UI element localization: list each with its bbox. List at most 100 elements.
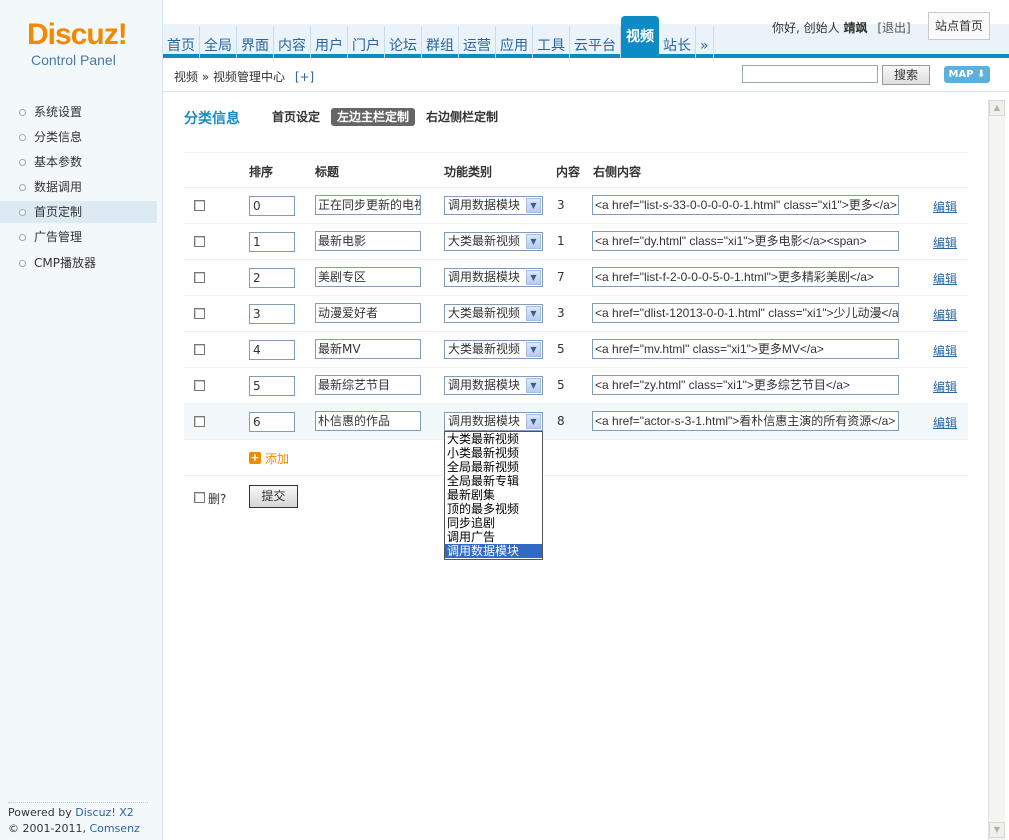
- title-input[interactable]: 最新综艺节目: [315, 375, 421, 395]
- edit-link[interactable]: 编辑: [933, 198, 957, 215]
- tab-0[interactable]: 首页设定: [269, 108, 323, 126]
- breadcrumb-text[interactable]: 视频 » 视频管理中心: [174, 70, 285, 84]
- chevron-down-icon[interactable]: ▼: [526, 414, 541, 429]
- type-select[interactable]: 大类最新视频 ▼: [444, 304, 543, 323]
- nav-item-9[interactable]: 应用: [496, 26, 533, 58]
- sidebar-item-4[interactable]: 首页定制: [0, 201, 157, 223]
- tab-2[interactable]: 右边侧栏定制: [423, 108, 501, 126]
- dropdown-option[interactable]: 全局最新专辑: [445, 474, 542, 488]
- nav-item-0[interactable]: 首页: [163, 26, 200, 58]
- row-checkbox[interactable]: [194, 236, 205, 247]
- sidebar-item-1[interactable]: 分类信息: [0, 126, 157, 148]
- search-button[interactable]: 搜索: [882, 65, 930, 85]
- title-input[interactable]: 正在同步更新的电视剧: [315, 195, 421, 215]
- type-select[interactable]: 调用数据模块 ▼: [444, 412, 543, 431]
- order-input[interactable]: 0: [249, 196, 295, 216]
- type-select[interactable]: 调用数据模块 ▼: [444, 376, 543, 395]
- add-link[interactable]: 添加: [265, 450, 289, 467]
- edit-link[interactable]: 编辑: [933, 342, 957, 359]
- product-link[interactable]: Discuz! X2: [75, 806, 134, 819]
- title-input[interactable]: 最新MV: [315, 339, 421, 359]
- right-content-input[interactable]: <a href="zy.html" class="xi1">更多综艺节目</a>: [592, 375, 899, 395]
- type-select[interactable]: 大类最新视频 ▼: [444, 232, 543, 251]
- logo[interactable]: Discuz! Control Panel: [0, 0, 163, 92]
- dropdown-option[interactable]: 调用数据模块: [445, 544, 542, 558]
- site-home-button[interactable]: 站点首页: [928, 12, 990, 40]
- type-select[interactable]: 大类最新视频 ▼: [444, 340, 543, 359]
- sidebar-item-2[interactable]: 基本参数: [0, 151, 157, 173]
- order-input[interactable]: 2: [249, 268, 295, 288]
- chevron-down-icon[interactable]: ▼: [526, 198, 541, 213]
- row-checkbox[interactable]: [194, 416, 205, 427]
- edit-link[interactable]: 编辑: [933, 270, 957, 287]
- dropdown-option[interactable]: 调用广告: [445, 530, 542, 544]
- right-content-input[interactable]: <a href="list-f-2-0-0-0-5-0-1.html">更多精彩…: [592, 267, 899, 287]
- order-input[interactable]: 5: [249, 376, 295, 396]
- right-content-input[interactable]: <a href="dlist-12013-0-0-1.html" class="…: [592, 303, 899, 323]
- dropdown-option[interactable]: 最新剧集: [445, 488, 542, 502]
- sidebar-item-5[interactable]: 广告管理: [0, 226, 157, 248]
- edit-link[interactable]: 编辑: [933, 234, 957, 251]
- delete-checkbox[interactable]: [194, 492, 205, 503]
- order-input[interactable]: 1: [249, 232, 295, 252]
- scroll-up-icon[interactable]: ▲: [989, 100, 1005, 116]
- vertical-scrollbar[interactable]: ▲ ▼: [988, 100, 1005, 840]
- sidebar-item-6[interactable]: CMP播放器: [0, 252, 157, 274]
- row-checkbox[interactable]: [194, 344, 205, 355]
- nav-item-4[interactable]: 用户: [311, 26, 348, 58]
- nav-item-12[interactable]: 视频: [621, 16, 659, 58]
- nav-item-1[interactable]: 全局: [200, 26, 237, 58]
- chevron-down-icon[interactable]: ▼: [526, 270, 541, 285]
- map-button[interactable]: MAP ⬇: [944, 66, 990, 83]
- nav-item-8[interactable]: 运营: [459, 26, 496, 58]
- dropdown-option[interactable]: 小类最新视频: [445, 446, 542, 460]
- right-content-input[interactable]: <a href="list-s-33-0-0-0-0-0-1.html" cla…: [592, 195, 899, 215]
- row-checkbox[interactable]: [194, 200, 205, 211]
- title-input[interactable]: 动漫爱好者: [315, 303, 421, 323]
- search-input[interactable]: [742, 65, 878, 83]
- dropdown-option[interactable]: 顶的最多视频: [445, 502, 542, 516]
- edit-link[interactable]: 编辑: [933, 378, 957, 395]
- nav-item-5[interactable]: 门户: [348, 26, 385, 58]
- order-input[interactable]: 6: [249, 412, 295, 432]
- right-content-input[interactable]: <a href="dy.html" class="xi1">更多电影</a><s…: [592, 231, 899, 251]
- add-icon[interactable]: +: [249, 452, 261, 464]
- nav-item-7[interactable]: 群组: [422, 26, 459, 58]
- nav-item-6[interactable]: 论坛: [385, 26, 422, 58]
- add-shortcut-link[interactable]: [+]: [295, 70, 314, 84]
- dropdown-option[interactable]: 大类最新视频: [445, 432, 542, 446]
- row-checkbox[interactable]: [194, 380, 205, 391]
- sidebar-item-0[interactable]: 系统设置: [0, 101, 157, 123]
- nav-item-3[interactable]: 内容: [274, 26, 311, 58]
- logout-link[interactable]: [退出]: [877, 21, 910, 35]
- nav-item-14[interactable]: »: [696, 26, 714, 58]
- sidebar-item-3[interactable]: 数据调用: [0, 176, 157, 198]
- dropdown-option[interactable]: 全局最新视频: [445, 460, 542, 474]
- nav-item-10[interactable]: 工具: [533, 26, 570, 58]
- chevron-down-icon[interactable]: ▼: [526, 306, 541, 321]
- nav-item-11[interactable]: 云平台: [570, 26, 621, 58]
- chevron-down-icon[interactable]: ▼: [526, 342, 541, 357]
- type-select[interactable]: 调用数据模块 ▼: [444, 196, 543, 215]
- title-input[interactable]: 美剧专区: [315, 267, 421, 287]
- tab-1[interactable]: 左边主栏定制: [331, 108, 416, 126]
- title-input[interactable]: 朴信惠的作品: [315, 411, 421, 431]
- type-select[interactable]: 调用数据模块 ▼: [444, 268, 543, 287]
- submit-button[interactable]: 提交: [249, 485, 298, 508]
- scroll-down-icon[interactable]: ▼: [989, 822, 1005, 838]
- edit-link[interactable]: 编辑: [933, 306, 957, 323]
- chevron-down-icon[interactable]: ▼: [526, 234, 541, 249]
- title-input[interactable]: 最新电影: [315, 231, 421, 251]
- chevron-down-icon[interactable]: ▼: [526, 378, 541, 393]
- right-content-input[interactable]: <a href="mv.html" class="xi1">更多MV</a>: [592, 339, 899, 359]
- edit-link[interactable]: 编辑: [933, 414, 957, 431]
- type-dropdown-list[interactable]: 大类最新视频 小类最新视频 全局最新视频 全局最新专辑 最新剧集 顶的最多视频 同步追剧 调用…: [444, 431, 543, 560]
- order-input[interactable]: 4: [249, 340, 295, 360]
- right-content-input[interactable]: <a href="actor-s-3-1.html">看朴信惠主演的所有资源</…: [592, 411, 899, 431]
- nav-item-13[interactable]: 站长: [659, 26, 696, 58]
- order-input[interactable]: 3: [249, 304, 295, 324]
- username[interactable]: 靖飒: [843, 21, 867, 35]
- nav-item-2[interactable]: 界面: [237, 26, 274, 58]
- row-checkbox[interactable]: [194, 308, 205, 319]
- dropdown-option[interactable]: 同步追剧: [445, 516, 542, 530]
